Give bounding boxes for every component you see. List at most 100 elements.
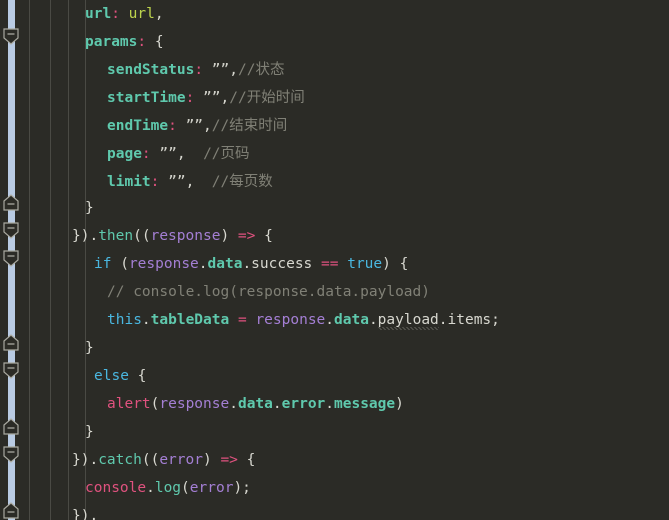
code-token: .	[146, 480, 155, 496]
code-token: ””	[203, 90, 221, 106]
code-token: //开始时间	[229, 90, 305, 106]
code-content[interactable]: url: url, params: {sendStatus: ””,//状态 sta…	[0, 0, 669, 520]
code-token: response	[150, 228, 221, 244]
code-token: //状态	[237, 62, 285, 78]
code-token: //结束时间	[211, 118, 288, 134]
code-token: ,	[220, 90, 230, 106]
code-line[interactable]: console.log(error);	[0, 474, 669, 502]
code-token: endTime	[107, 118, 169, 134]
code-line[interactable]: }	[0, 194, 669, 222]
code-token: console	[85, 480, 147, 496]
code-token: payload	[377, 312, 439, 330]
code-token: .items;	[438, 312, 500, 328]
code-token: ””	[211, 62, 230, 78]
code-token: tableData	[150, 312, 230, 328]
code-line[interactable]: url: url,	[0, 0, 669, 28]
code-token: }).	[72, 508, 99, 520]
code-token: )	[395, 396, 404, 412]
code-line[interactable]: page: ””, //页码	[0, 140, 669, 168]
code-line[interactable]: startTime: ””,//开始时间	[0, 84, 669, 112]
code-token: ,	[154, 6, 164, 22]
code-line[interactable]: // console.log(response.data.payload)	[0, 278, 669, 306]
code-token: catch	[98, 452, 142, 468]
code-token: (	[111, 256, 129, 272]
code-token: ””	[185, 118, 204, 134]
code-token: message	[334, 396, 396, 412]
code-token: error	[189, 480, 234, 496]
code-token: )	[202, 452, 221, 468]
code-token: response	[128, 256, 199, 272]
code-token: startTime	[107, 90, 186, 106]
code-token: url	[128, 6, 155, 22]
code-token: =>	[237, 228, 256, 244]
code-token: ((	[133, 228, 151, 244]
code-line[interactable]: endTime: ””,//结束时间	[0, 112, 669, 140]
code-token: error	[281, 396, 326, 412]
code-line[interactable]: sendStatus: ””,//状态	[0, 56, 669, 84]
code-token: .	[229, 396, 238, 412]
code-token: log	[154, 480, 182, 496]
code-token: .	[325, 396, 335, 412]
code-line[interactable]: }	[0, 418, 669, 446]
code-token: ,	[229, 62, 238, 78]
code-line[interactable]: limit: ””, //每页数	[0, 168, 669, 196]
code-token: =	[237, 312, 247, 328]
code-token: );	[233, 480, 251, 496]
code-token: if	[94, 256, 112, 272]
code-token: params	[85, 34, 138, 50]
code-token: {	[237, 452, 256, 468]
code-token: .	[141, 312, 151, 328]
code-line[interactable]: params: {	[0, 28, 669, 56]
code-token: }	[85, 340, 94, 356]
code-token: data	[334, 312, 369, 328]
code-token: {	[255, 228, 273, 244]
code-token: alert	[107, 396, 151, 412]
code-token: sendStatus	[107, 62, 195, 78]
code-token: }	[85, 200, 94, 216]
code-line[interactable]: this.tableData = response.data.payload.i…	[0, 306, 669, 334]
code-token: {	[128, 368, 147, 384]
code-token: :	[111, 6, 120, 22]
code-token: .success	[242, 256, 322, 272]
code-token: {	[146, 34, 164, 50]
code-token: :	[185, 90, 195, 106]
code-token: //页码	[203, 146, 250, 162]
code-line[interactable]: }	[0, 334, 669, 362]
code-token: )	[220, 228, 238, 244]
code-token: :	[168, 118, 177, 134]
code-line[interactable]: }).catch((error) => {	[0, 446, 669, 474]
code-token: data	[207, 256, 243, 272]
code-token: response	[255, 312, 326, 328]
code-token: .	[198, 256, 208, 272]
code-token: }).	[72, 452, 99, 468]
code-line[interactable]: if (response.data.success == true) {	[0, 250, 669, 278]
code-token: ,	[203, 118, 212, 134]
code-token: }).	[72, 228, 99, 244]
code-token: =>	[220, 452, 238, 468]
code-token: ””	[159, 146, 177, 162]
code-editor[interactable]: url: url, params: {sendStatus: ””,//状态 sta…	[0, 0, 669, 520]
code-token: ,	[176, 146, 204, 162]
code-token: :	[137, 34, 147, 50]
code-line[interactable]: alert(response.data.error.message)	[0, 390, 669, 418]
code-token: ((	[141, 452, 160, 468]
code-token: :	[141, 146, 151, 162]
code-line[interactable]: else {	[0, 362, 669, 390]
code-line[interactable]: }).then((response) => {	[0, 222, 669, 250]
code-token: ) {	[382, 256, 409, 272]
code-token: then	[98, 228, 134, 244]
code-token: this	[107, 312, 142, 328]
code-token: true	[347, 256, 383, 272]
code-token: error	[159, 452, 203, 468]
code-token: .	[368, 312, 378, 328]
code-token: //每页数	[211, 174, 273, 190]
code-line[interactable]: }).	[0, 502, 669, 520]
code-token: response	[159, 396, 230, 412]
code-token: ==	[321, 256, 339, 272]
